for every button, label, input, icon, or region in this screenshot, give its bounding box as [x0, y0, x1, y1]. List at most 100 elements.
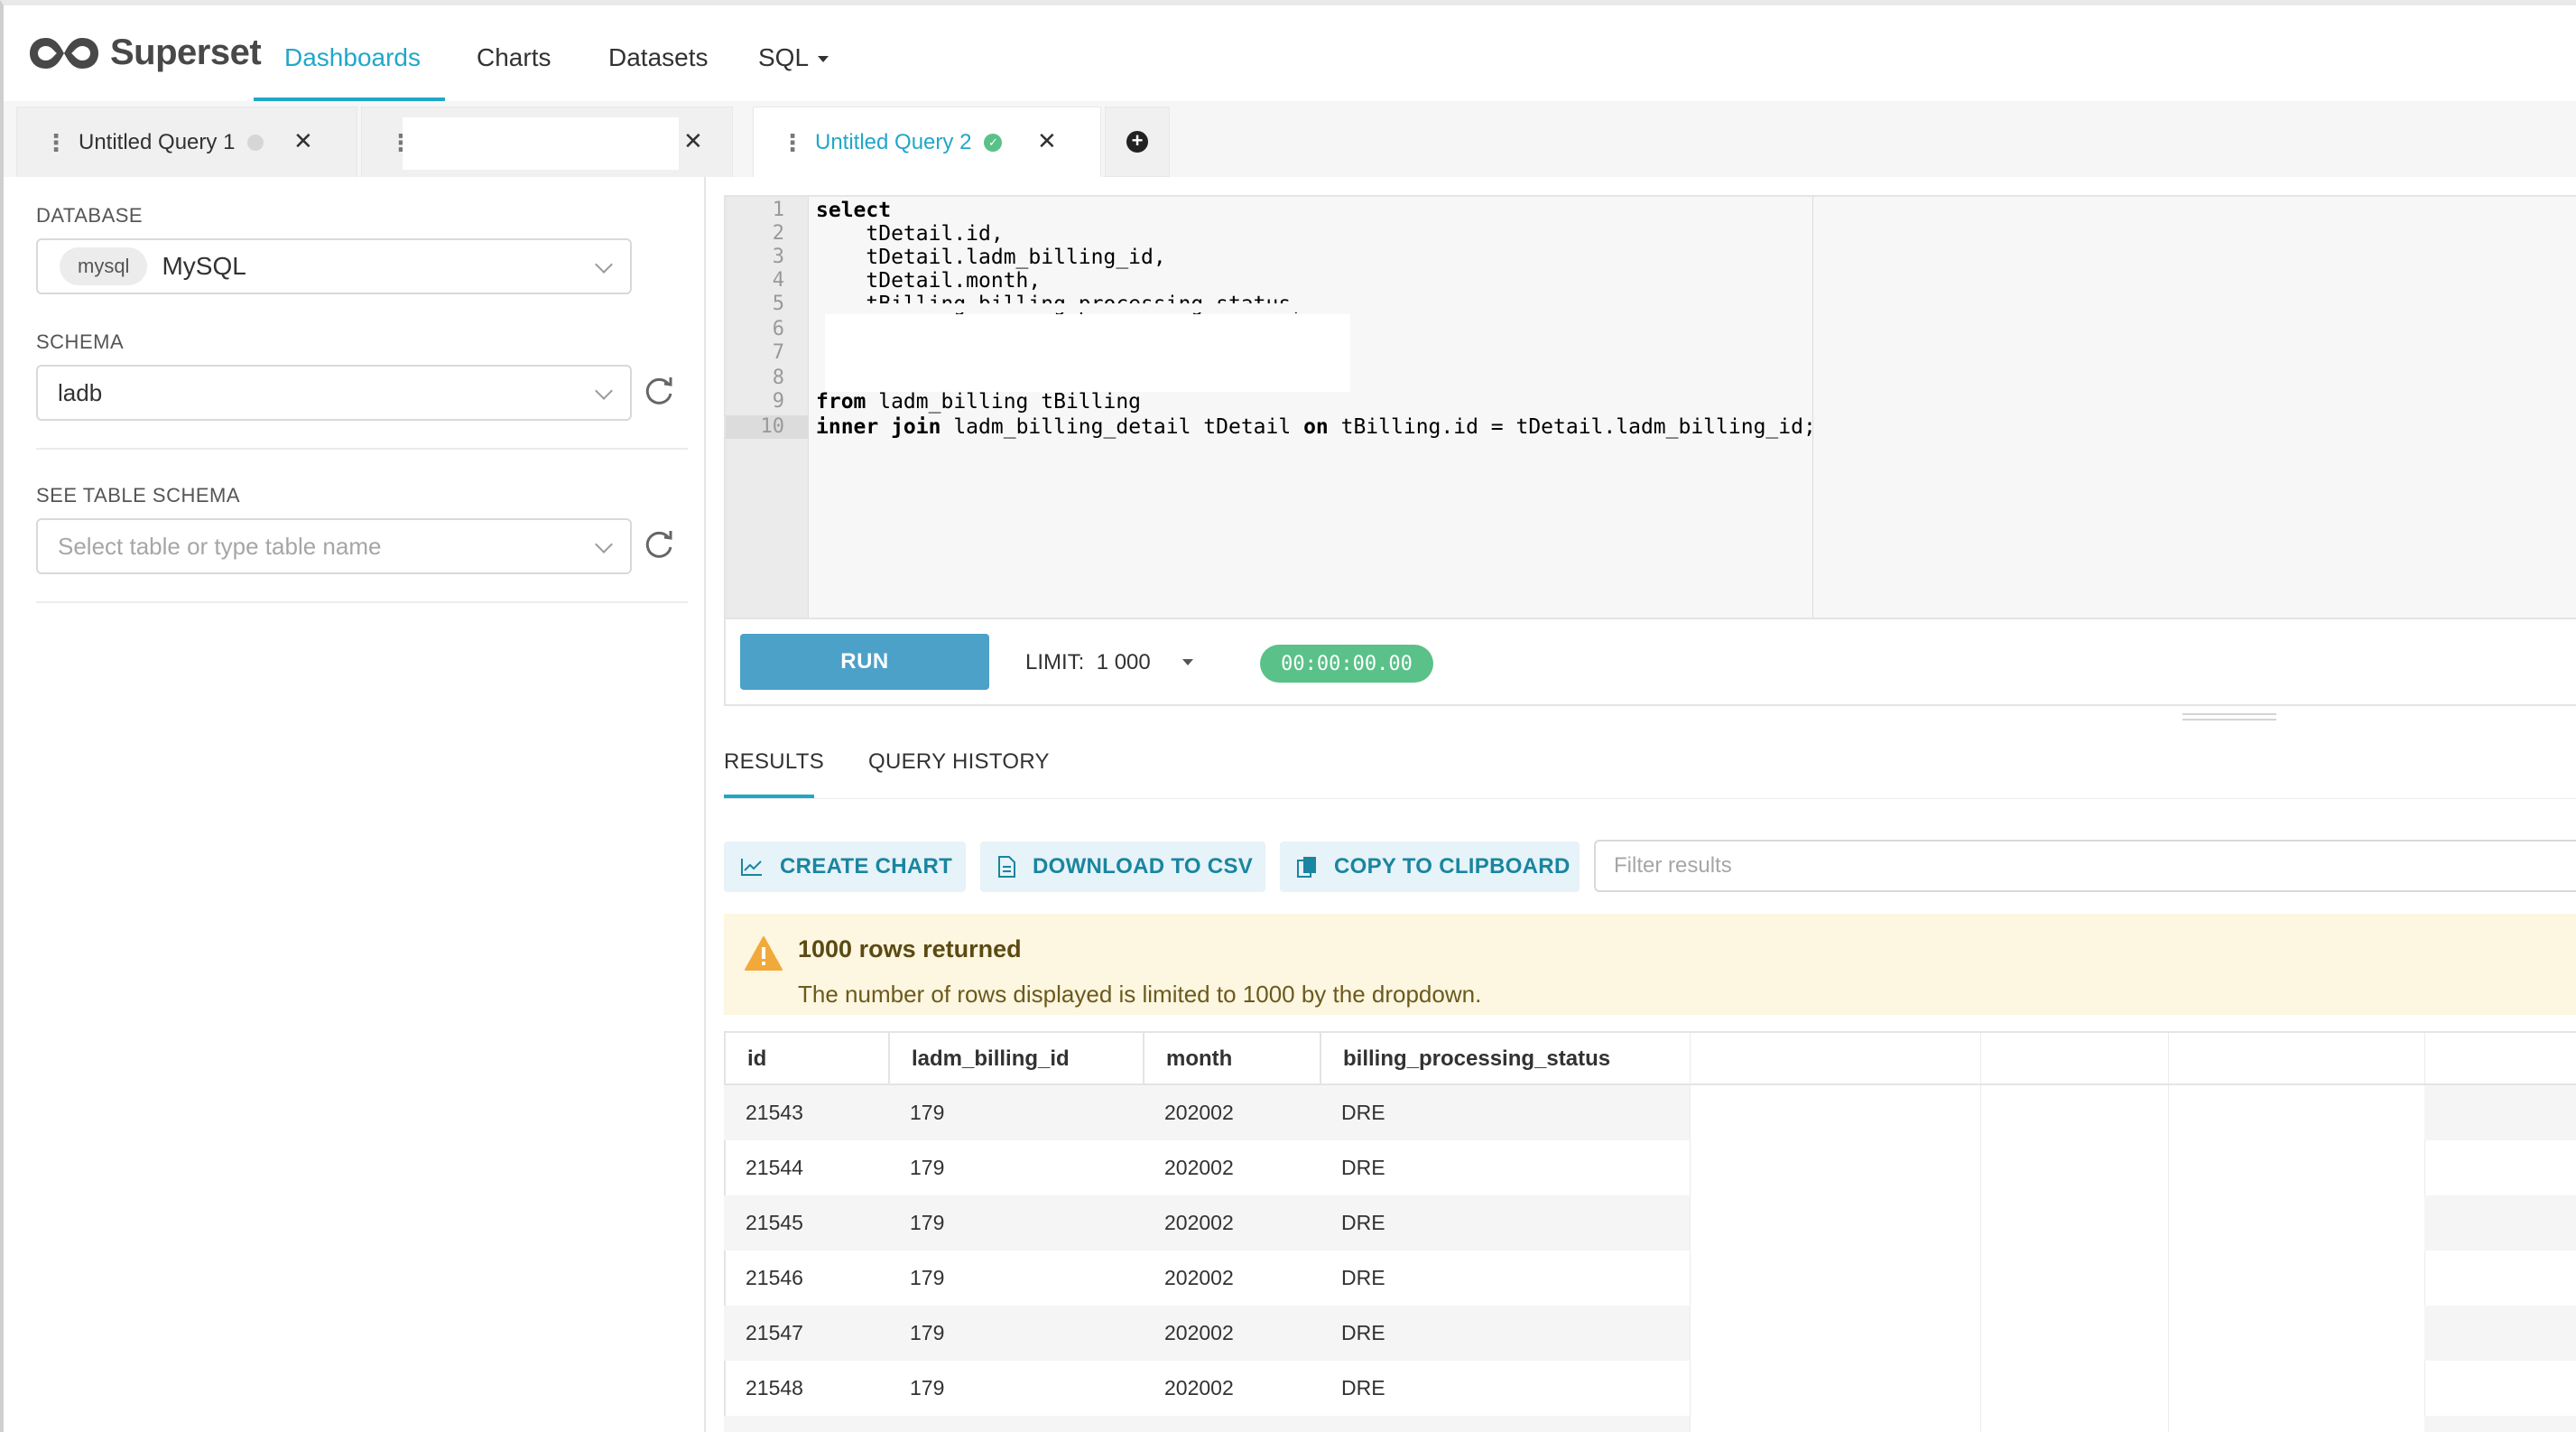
table-select[interactable]: Select table or type table name [36, 518, 632, 574]
code-line: tDetail.id, [816, 222, 1004, 246]
cell-month: 202002 [1164, 1266, 1234, 1289]
code-line: select [816, 199, 891, 222]
file-icon [998, 856, 1015, 878]
tab-query-history[interactable]: QUERY HISTORY [868, 749, 1050, 775]
clipboard-icon [1297, 857, 1316, 878]
table-header: id ladm_billing_id month billing_process… [724, 1031, 2576, 1085]
filter-results-input[interactable]: Filter results [1594, 840, 2576, 892]
resize-handle[interactable] [2182, 713, 2276, 721]
row-background [2424, 1195, 2576, 1251]
drag-handle-icon[interactable]: ⋮ [44, 131, 68, 154]
filter-placeholder: Filter results [1614, 853, 1732, 878]
table-select-placeholder: Select table or type table name [58, 532, 382, 560]
nav-dashboards[interactable]: Dashboards [284, 43, 421, 72]
schema-select[interactable]: ladb [36, 365, 632, 421]
code-keyword: select [816, 199, 892, 222]
line-number: 6 [772, 318, 784, 340]
add-tab-button[interactable]: + [1105, 107, 1170, 177]
table-row[interactable]: 21547 179 202002 DRE [724, 1306, 1690, 1361]
column-header-billing-processing-status[interactable]: billing_processing_status [1321, 1033, 1691, 1085]
cell-ladm-billing-id: 179 [910, 1211, 945, 1234]
table-row[interactable]: 21548 179 202002 DRE [724, 1361, 1690, 1416]
cell-id: 21544 [746, 1156, 803, 1179]
code-line: inner join ladm_billing_detail tDetail o… [816, 415, 1816, 439]
schema-value: ladb [58, 378, 103, 406]
limit-value: 1 000 [1096, 650, 1151, 674]
query-timer: 00:00:00.00 [1260, 645, 1433, 683]
brand-logo[interactable]: Superset [27, 33, 262, 73]
drag-handle-icon[interactable]: ⋮ [781, 131, 804, 154]
nav-datasets[interactable]: Datasets [608, 43, 709, 72]
sql-editor[interactable]: 1 2 3 4 5 6 7 8 9 10 select tDetail.id, … [724, 195, 2576, 619]
line-number: 10 [760, 415, 785, 438]
line-number: 1 [772, 199, 784, 221]
cell-status: DRE [1341, 1211, 1385, 1234]
cell-month: 202002 [1164, 1101, 1234, 1124]
results-tab-divider [724, 798, 2576, 799]
tab-results[interactable]: RESULTS [724, 749, 824, 775]
chevron-down-icon [595, 256, 613, 274]
run-bar: RUN LIMIT: 1 000 00:00:00.00 [724, 619, 2576, 706]
column-divider [1690, 1031, 1691, 1432]
column-header-month[interactable]: month [1144, 1033, 1321, 1085]
copy-clipboard-button[interactable]: COPY TO CLIPBOARD [1280, 842, 1580, 892]
table-row[interactable]: 21544 179 202002 DRE [724, 1140, 1690, 1195]
tab-title-edit-area[interactable] [403, 117, 679, 170]
refresh-schema-icon[interactable] [641, 372, 677, 408]
line-number: 9 [772, 390, 784, 413]
superset-logo-icon [30, 37, 98, 69]
code-keyword: on [1303, 415, 1329, 439]
database-name: MySQL [162, 252, 246, 280]
cell-status: DRE [1341, 1376, 1385, 1399]
close-tab-icon[interactable]: ✕ [683, 127, 703, 155]
tab-untitled-query-2[interactable]: ⋮ Untitled Query 2 ✓ ✕ [753, 107, 1101, 177]
nav-charts[interactable]: Charts [477, 43, 551, 72]
code-line: tDetail.ladm_billing_id, [816, 246, 1166, 269]
cell-ladm-billing-id: 179 [910, 1321, 945, 1344]
code-keyword: from [816, 390, 866, 414]
chevron-down-icon [595, 382, 613, 400]
tab-untitled-query-1[interactable]: ⋮ Untitled Query 1 ✕ [16, 107, 357, 177]
nav-sql[interactable]: SQL [758, 43, 829, 72]
plus-circle-icon: + [1126, 131, 1148, 153]
close-tab-icon[interactable]: ✕ [1037, 127, 1057, 155]
line-number: 4 [772, 269, 784, 292]
column-header-id[interactable]: id [726, 1033, 890, 1085]
table-row-partial [724, 1416, 1690, 1432]
cell-status: DRE [1341, 1156, 1385, 1179]
cell-id: 21543 [746, 1101, 803, 1124]
download-csv-button[interactable]: DOWNLOAD TO CSV [980, 842, 1265, 892]
create-chart-label: CREATE CHART [780, 854, 953, 879]
database-type-tag: mysql [60, 247, 148, 285]
database-select[interactable]: mysql MySQL [36, 238, 632, 294]
warning-icon [745, 936, 783, 971]
database-label: DATABASE [36, 204, 144, 227]
alert-title: 1000 rows returned [798, 935, 1022, 962]
cell-status: DRE [1341, 1321, 1385, 1344]
refresh-tables-icon[interactable] [641, 525, 677, 562]
results-table: id ladm_billing_id month billing_process… [724, 1031, 2576, 1432]
line-number: 2 [772, 222, 784, 245]
code-clip [816, 303, 1321, 312]
create-chart-button[interactable]: CREATE CHART [724, 842, 966, 892]
line-number: 5 [772, 293, 784, 315]
code-line: tDetail.month, [816, 269, 1042, 293]
table-row[interactable]: 21546 179 202002 DRE [724, 1251, 1690, 1306]
cell-status: DRE [1341, 1266, 1385, 1289]
cell-status: DRE [1341, 1101, 1385, 1124]
cell-ladm-billing-id: 179 [910, 1376, 945, 1399]
limit-label: LIMIT: [1025, 650, 1085, 674]
column-header-ladm-billing-id[interactable]: ladm_billing_id [890, 1033, 1144, 1085]
chevron-down-icon [595, 535, 613, 553]
status-idle-icon [247, 134, 264, 151]
table-row[interactable]: 21545 179 202002 DRE [724, 1195, 1690, 1251]
run-button[interactable]: RUN [740, 634, 989, 690]
table-row[interactable]: 21543 179 202002 DRE [724, 1085, 1690, 1140]
cell-ladm-billing-id: 179 [910, 1156, 945, 1179]
close-tab-icon[interactable]: ✕ [293, 127, 313, 155]
caret-down-icon[interactable] [1182, 659, 1193, 665]
line-number: 3 [772, 246, 784, 268]
cell-ladm-billing-id: 179 [910, 1101, 945, 1124]
row-background [2424, 1085, 2576, 1140]
limit-control[interactable]: LIMIT: 1 000 [1025, 650, 1151, 675]
